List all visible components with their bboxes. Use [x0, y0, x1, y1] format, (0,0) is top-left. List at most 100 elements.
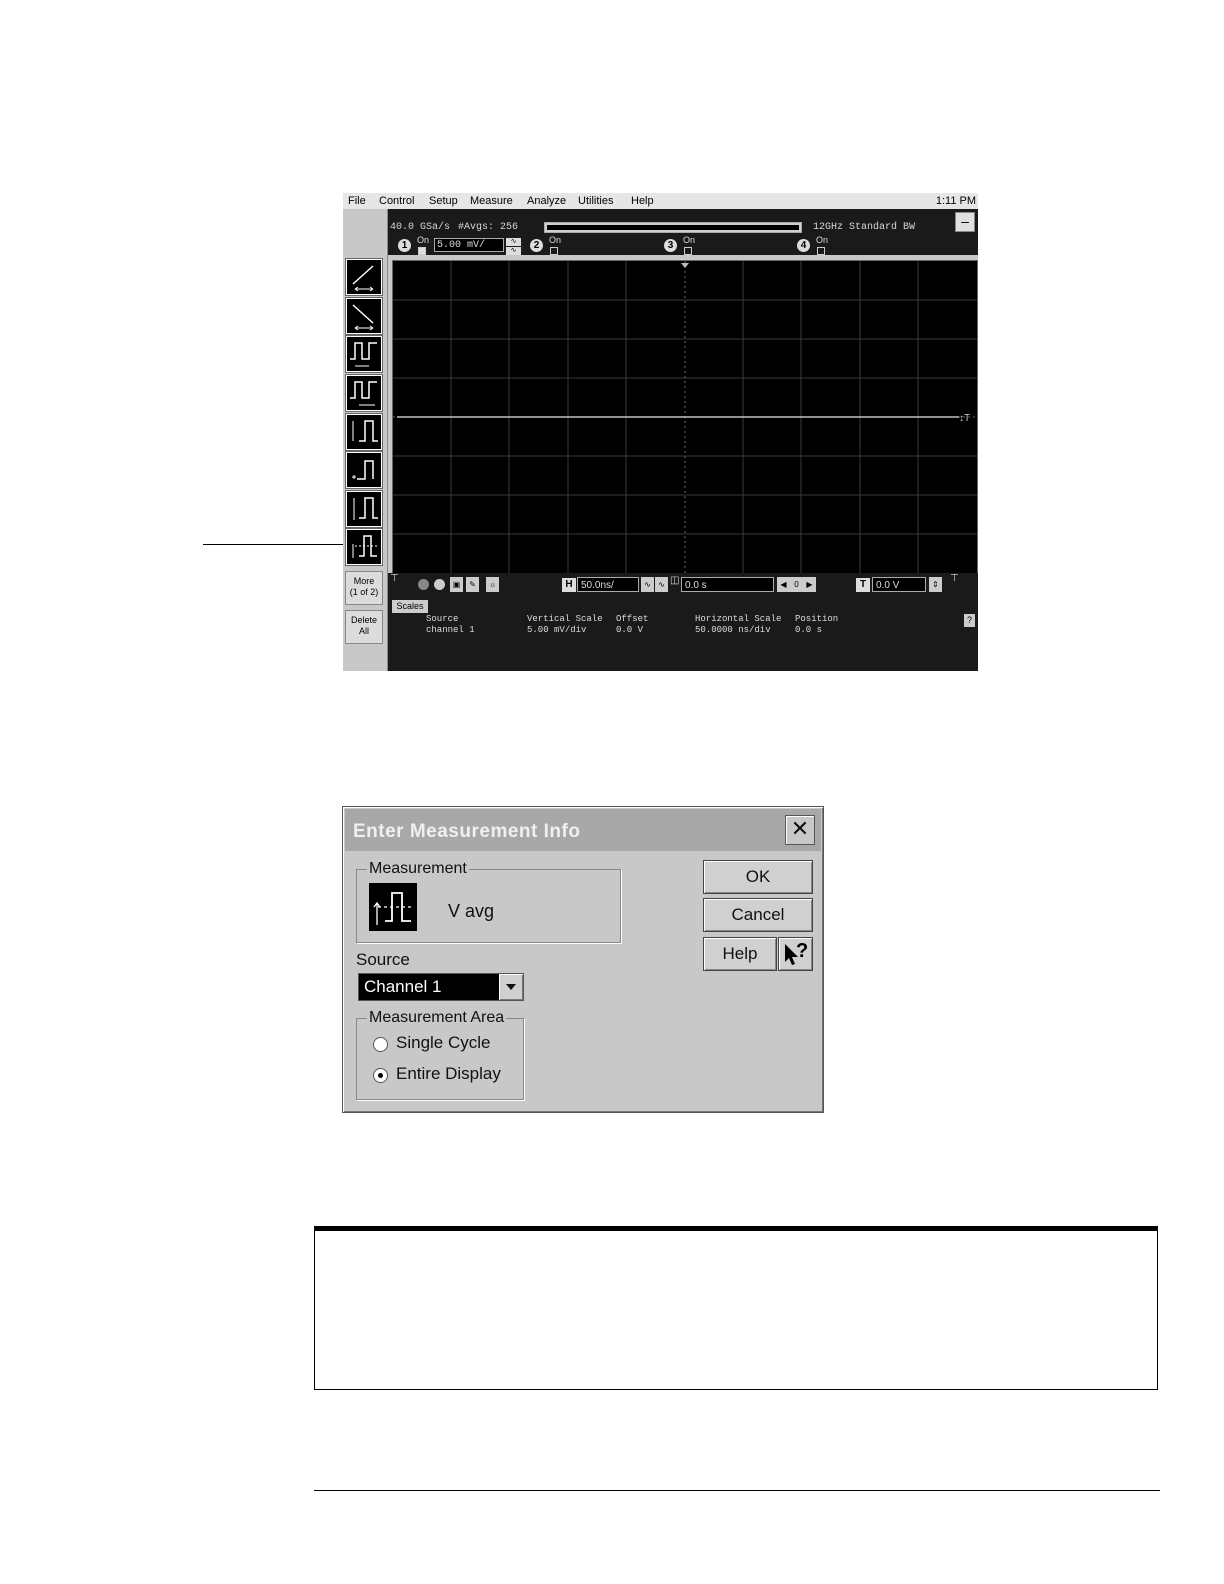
averages: #Avgs: 256: [458, 222, 519, 233]
scale-up-icon[interactable]: ∿: [506, 238, 521, 246]
delete-all-label: All: [358, 626, 369, 636]
header-horizontal-scale: Horizontal Scale: [695, 614, 782, 624]
delay-zero-button[interactable]: 0: [790, 577, 803, 592]
source-select-value: Channel 1: [364, 977, 442, 996]
single-cycle-radio[interactable]: [373, 1037, 388, 1052]
channel-1-checkbox[interactable]: [418, 247, 426, 255]
dialog-title: Enter Measurement Info: [353, 821, 581, 842]
channel-1-scale-input[interactable]: 5.00 mV/: [434, 238, 504, 252]
measurement-group-label: Measurement: [367, 860, 469, 878]
measurement-group: Measurement V avg: [356, 860, 621, 943]
more-label: More: [353, 576, 375, 586]
channel-3-checkbox[interactable]: [684, 247, 692, 255]
h-scale-up-icon[interactable]: ∿: [655, 577, 668, 592]
period-button[interactable]: [346, 375, 382, 411]
scale-down-icon[interactable]: ∿: [506, 247, 521, 255]
channel-4-checkbox[interactable]: [817, 247, 825, 255]
autoscale-icon[interactable]: ☼: [486, 577, 499, 592]
delay-right-icon[interactable]: ▶: [803, 577, 816, 592]
menu-control[interactable]: Control: [379, 195, 414, 207]
waveform-display[interactable]: ↕T: [392, 260, 978, 574]
rise-time-button[interactable]: [346, 259, 382, 295]
value-vertical-scale: 5.00 mV/div: [527, 625, 587, 635]
run-icon[interactable]: [418, 579, 429, 590]
value-position: 0.0 s: [795, 625, 823, 635]
scales-panel: Scales Source Vertical Scale Offset Hori…: [388, 598, 978, 671]
channel-4-badge[interactable]: 4: [797, 239, 810, 252]
trigger-spin-icon[interactable]: ⇕: [929, 577, 942, 592]
measurement-area-label: Measurement Area: [367, 1009, 507, 1027]
footer-rule: [314, 1490, 1160, 1491]
source-label: Source: [356, 950, 410, 969]
vavg-button[interactable]: [346, 529, 382, 565]
menu-file[interactable]: File: [348, 195, 366, 207]
channel-2-badge[interactable]: 2: [530, 239, 543, 252]
frequency-icon: [350, 342, 377, 367]
delay-icon: ◫: [670, 575, 680, 586]
vpp-icon: [352, 420, 378, 442]
channel-3-on: On: [683, 235, 696, 245]
menu-analyze[interactable]: Analyze: [527, 195, 566, 207]
note-box: [314, 1226, 1158, 1390]
channel-2-checkbox[interactable]: [550, 247, 558, 255]
scales-tab[interactable]: Scales: [392, 600, 428, 613]
vamp-icon: [352, 460, 374, 480]
minimize-button[interactable]: –: [955, 212, 975, 232]
menu-help[interactable]: Help: [631, 195, 654, 207]
menu-setup[interactable]: Setup: [429, 195, 458, 207]
trigger-marker-icon: ⊤: [390, 573, 399, 584]
oscilloscope-window: File Control Setup Measure Analyze Utili…: [343, 193, 978, 671]
frequency-button[interactable]: [346, 336, 382, 372]
menu-utilities[interactable]: Utilities: [578, 195, 613, 207]
ok-button[interactable]: OK: [703, 860, 813, 894]
delete-label: Delete: [350, 615, 377, 625]
source-select[interactable]: Channel 1: [358, 973, 524, 1001]
channel-2-on: On: [549, 235, 562, 245]
period-icon: [350, 381, 377, 406]
vamp-button[interactable]: [346, 452, 382, 488]
svg-text:↕T: ↕T: [959, 413, 970, 424]
header-position: Position: [795, 614, 839, 624]
whats-this-button[interactable]: ?: [778, 937, 813, 971]
horizontal-scale-input[interactable]: 50.0ns/: [577, 577, 639, 592]
close-button[interactable]: ✕: [785, 815, 815, 845]
help-button[interactable]: Help: [703, 937, 777, 971]
trigger-level-marker-icon: ⊤: [950, 573, 959, 584]
clear-icon[interactable]: ✎: [466, 577, 479, 592]
stop-icon[interactable]: [434, 579, 445, 590]
header-source: Source: [426, 614, 459, 624]
vmax-button[interactable]: [346, 491, 382, 527]
single-cycle-label: Single Cycle: [396, 1033, 491, 1052]
delay-left-icon[interactable]: ◀: [777, 577, 790, 592]
single-icon[interactable]: ▣: [450, 577, 463, 592]
cancel-button[interactable]: Cancel: [703, 898, 813, 932]
vpp-button[interactable]: [346, 414, 382, 450]
measurement-area-group: Measurement Area Single Cycle Entire Dis…: [356, 1009, 524, 1100]
chevron-down-icon[interactable]: [499, 974, 523, 1000]
delay-input[interactable]: 0.0 s: [681, 577, 774, 592]
value-horizontal-scale: 50.0000 ns/div: [695, 625, 771, 635]
fall-time-button[interactable]: [346, 298, 382, 334]
channel-4-on: On: [816, 235, 829, 245]
channel-3-badge[interactable]: 3: [664, 239, 677, 252]
more-button[interactable]: More (1 of 2): [345, 571, 383, 605]
trigger-level-input[interactable]: 0.0 V: [872, 577, 926, 592]
control-bar: ⊤ ▣ ✎ ☼ H 50.0ns/ ∿ ∿ ◫ 0.0 s ◀ 0 ▶ T 0.…: [388, 573, 978, 598]
delete-all-button[interactable]: Delete All: [345, 610, 383, 644]
vmax-icon: [353, 497, 378, 520]
more-page-label: (1 of 2): [349, 587, 379, 597]
fall-time-icon: [352, 304, 374, 331]
bandwidth: 12GHz Standard BW: [813, 222, 916, 233]
header-offset: Offset: [616, 614, 649, 624]
clock: 1:11 PM: [935, 195, 976, 207]
menu-measure[interactable]: Measure: [470, 195, 513, 207]
measurement-toolbar: More (1 of 2) Delete All: [343, 209, 388, 671]
channel-1-badge[interactable]: 1: [398, 239, 411, 252]
h-scale-down-icon[interactable]: ∿: [641, 577, 654, 592]
horizontal-icon: H: [562, 578, 576, 592]
header-vertical-scale: Vertical Scale: [527, 614, 603, 624]
entire-display-radio[interactable]: [373, 1068, 388, 1083]
question-mark: ?: [796, 940, 809, 962]
value-offset: 0.0 V: [616, 625, 644, 635]
scales-help-button[interactable]: ?: [964, 614, 975, 627]
